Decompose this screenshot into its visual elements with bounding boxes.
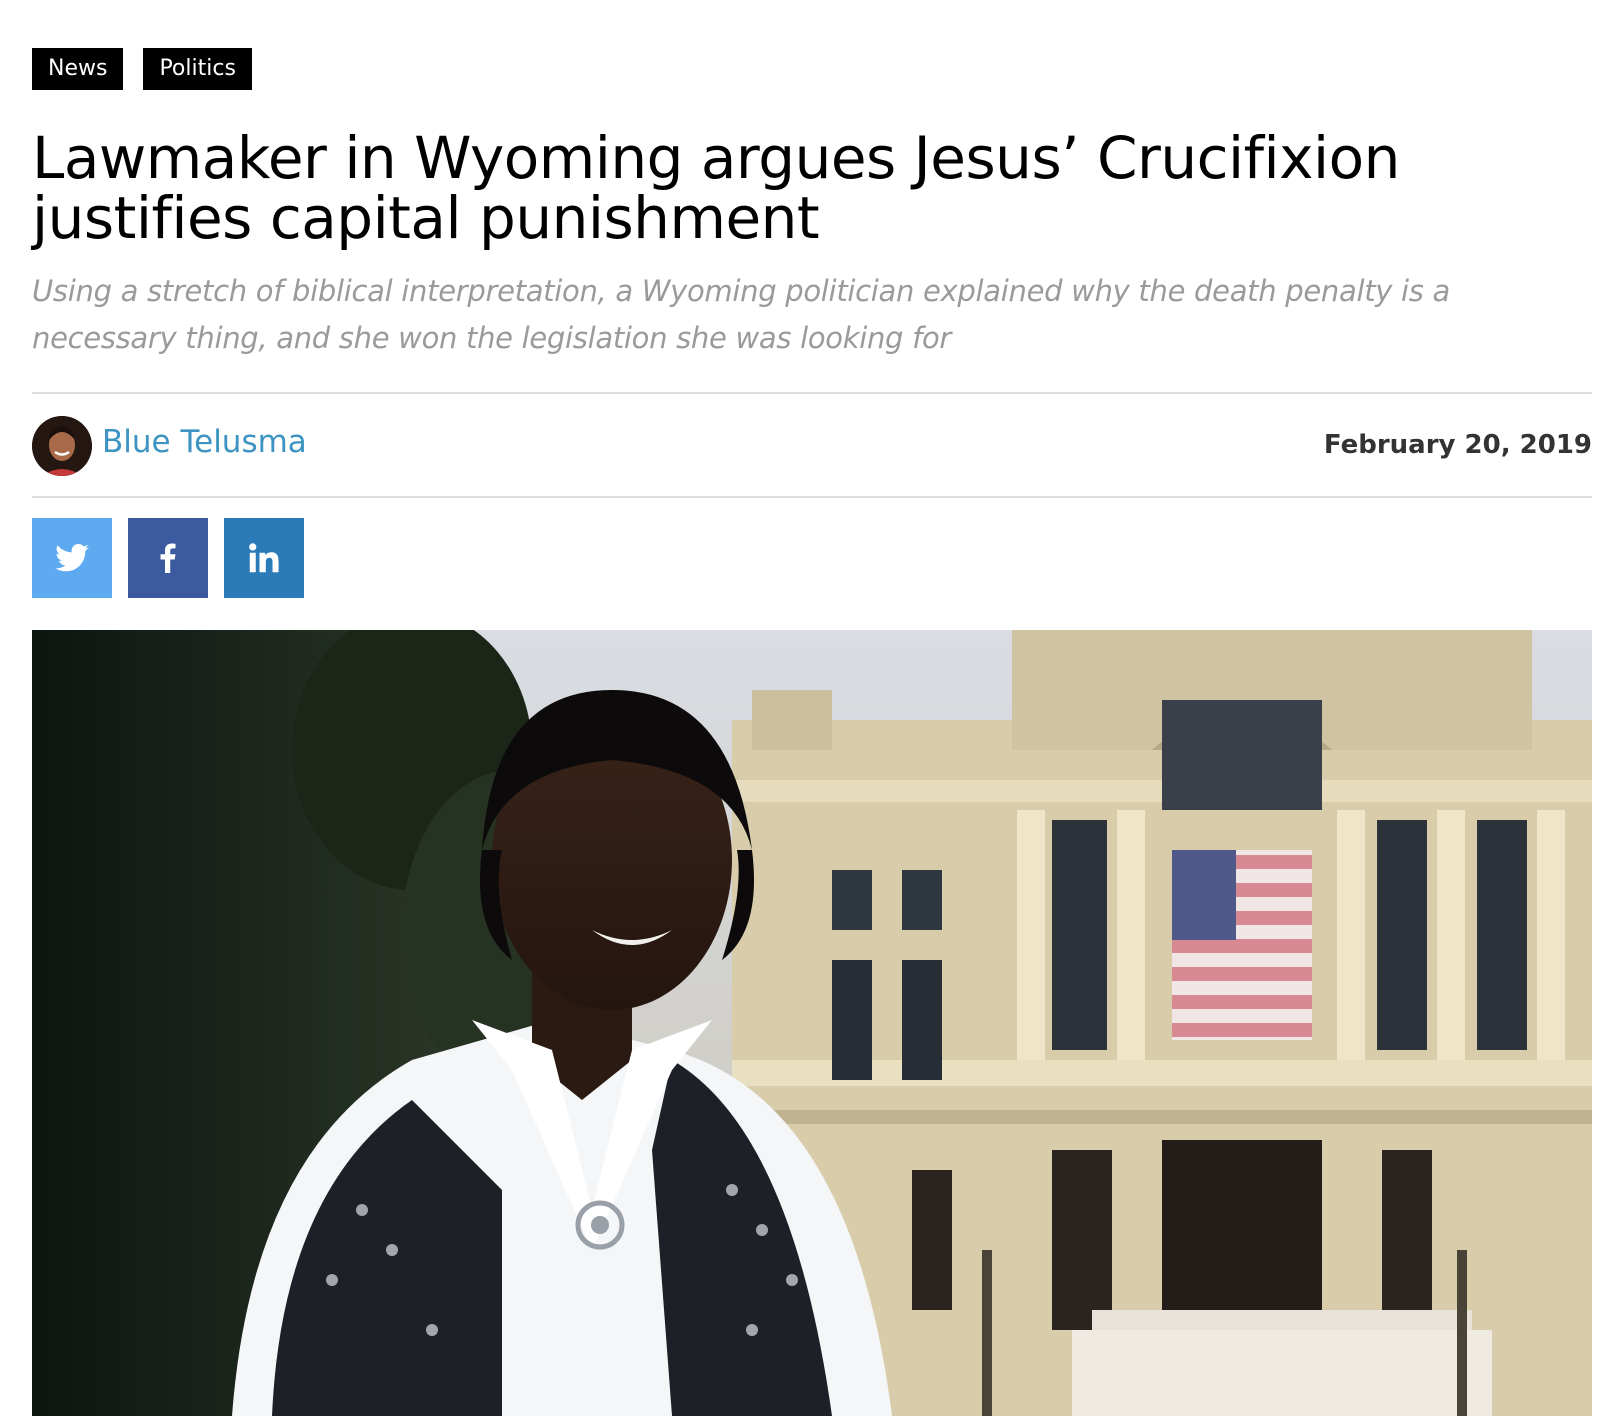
byline: Blue Telusma February 20, 2019 xyxy=(32,414,1592,476)
article-headline: Lawmaker in Wyoming argues Jesus’ Crucif… xyxy=(32,124,1400,252)
avatar-portrait-icon xyxy=(32,416,92,476)
linkedin-icon xyxy=(249,543,279,573)
article-hero-image xyxy=(32,630,1592,1416)
publish-date: February 20, 2019 xyxy=(1323,430,1592,460)
article-page: News Politics Lawmaker in Wyoming argues… xyxy=(0,0,1600,1416)
author-link[interactable]: Blue Telusma xyxy=(102,420,307,464)
share-facebook-button[interactable] xyxy=(128,518,208,598)
divider-top xyxy=(32,392,1592,394)
category-tags: News Politics xyxy=(32,48,252,90)
capitol-photo xyxy=(32,630,1592,1416)
tag-politics[interactable]: Politics xyxy=(143,48,252,90)
article-subheadline: Using a stretch of biblical interpretati… xyxy=(32,274,1451,355)
author-avatar[interactable] xyxy=(32,416,92,476)
share-twitter-button[interactable] xyxy=(32,518,112,598)
divider-bottom xyxy=(32,496,1592,498)
twitter-icon xyxy=(55,544,89,572)
facebook-icon xyxy=(160,543,176,573)
share-linkedin-button[interactable] xyxy=(224,518,304,598)
share-buttons xyxy=(32,518,304,598)
tag-news[interactable]: News xyxy=(32,48,124,90)
